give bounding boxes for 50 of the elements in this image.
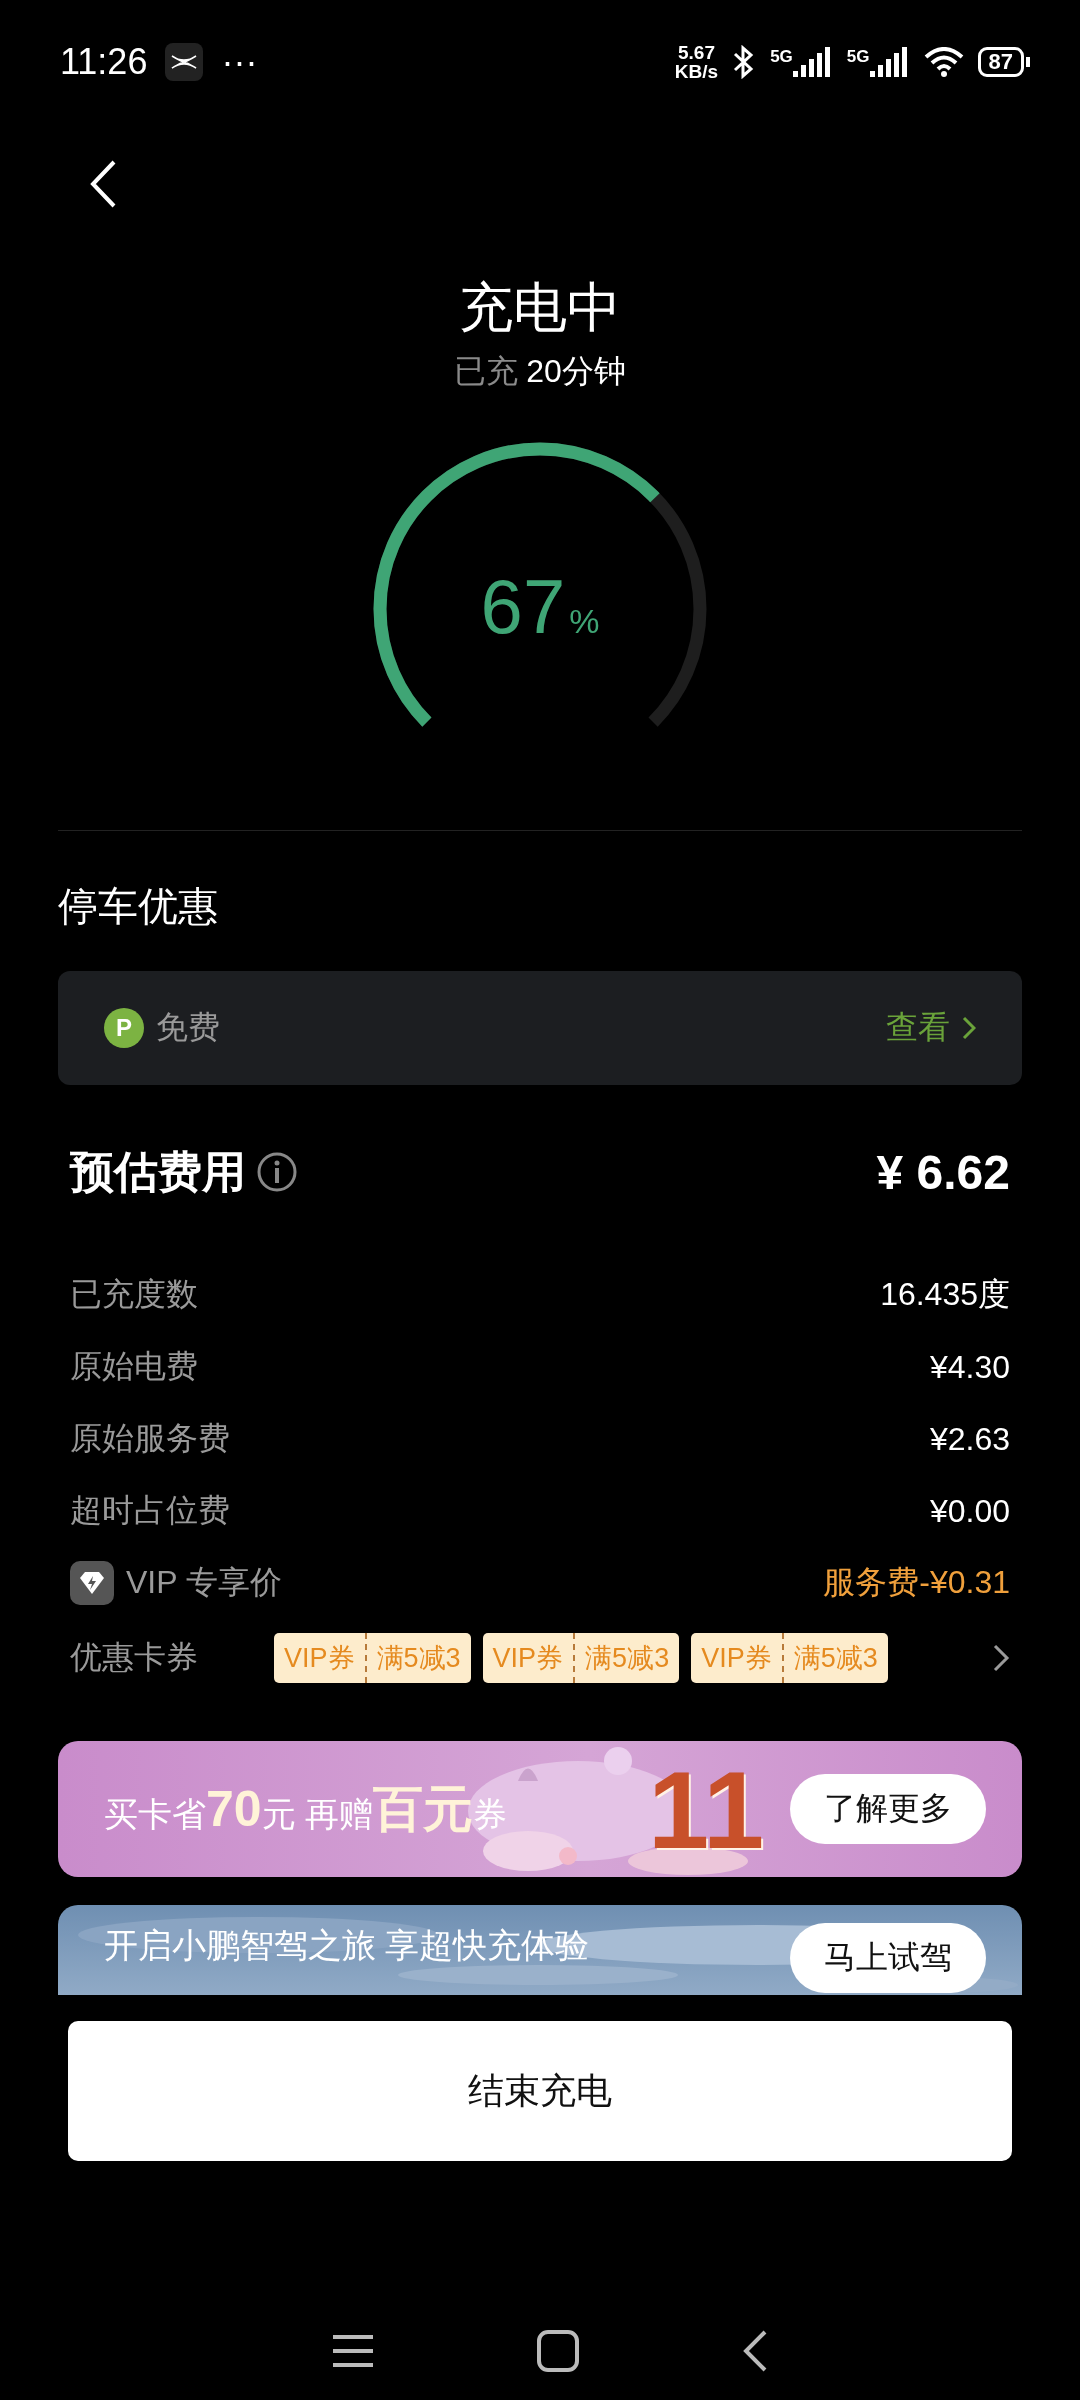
battery-level: 87 [977, 47, 1024, 77]
estimated-total: ¥ 6.62 [876, 1144, 1010, 1200]
fee-label: 超时占位费 [70, 1491, 230, 1530]
elapsed-time: 20分钟 [526, 352, 626, 391]
coupon-tag: VIP券 [274, 1633, 365, 1683]
page-title: 充电中 [459, 276, 621, 339]
promo-banner[interactable]: 开启小鹏智驾之旅 享超快充体验 马上试驾 [58, 1905, 1022, 1995]
coupon-offer: 满5减3 [573, 1633, 680, 1683]
end-charging-button[interactable]: 结束充电 [68, 2021, 1012, 2161]
section-title: 停车优惠 [58, 883, 219, 930]
fee-label: VIP 专享价 [126, 1563, 282, 1602]
fee-value: ¥0.00 [929, 1492, 1010, 1530]
network-speed: 5.67 [678, 43, 715, 62]
wifi-icon [923, 47, 964, 77]
fee-value: 服务费-¥0.31 [823, 1563, 1010, 1602]
fee-label: 原始电费 [70, 1347, 198, 1386]
app-notification-icon [165, 43, 204, 81]
coupon-tag: VIP券 [482, 1633, 574, 1683]
parking-badge: P [104, 1008, 144, 1048]
info-icon[interactable] [256, 1151, 298, 1193]
view-link[interactable]: 查看 [886, 1006, 976, 1050]
charge-percent: 67 [480, 563, 566, 651]
banner-button[interactable]: 了解更多 [790, 1774, 986, 1844]
signal-icon [869, 47, 910, 77]
banner-text: 买卡省70元 再赠百元券 [104, 1779, 508, 1839]
elapsed-label: 已充 [454, 352, 519, 391]
coupon-offer: 满5减3 [364, 1633, 471, 1683]
banner-number-art: 11 [648, 1747, 765, 1873]
signal-icon [792, 47, 833, 77]
fee-value: ¥2.63 [929, 1420, 1010, 1458]
coupons-label: 优惠卡券 [70, 1638, 199, 1677]
percent-sign: % [569, 602, 600, 641]
fee-label: 原始服务费 [70, 1419, 230, 1458]
coupon-tag: VIP券 [691, 1633, 782, 1683]
banner-text: 开启小鹏智驾之旅 享超快充体验 [104, 1925, 590, 1966]
parking-status: 免费 [156, 1008, 220, 1047]
network-type-label: 5G [770, 47, 793, 67]
fee-label: 已充度数 [70, 1275, 198, 1314]
fee-value: 16.435度 [880, 1275, 1010, 1314]
banner-button[interactable]: 马上试驾 [790, 1923, 986, 1993]
clock-time: 11:26 [60, 41, 148, 83]
network-type-label: 5G [846, 47, 870, 67]
chevron-right-icon [962, 1016, 976, 1040]
fee-value: ¥4.30 [929, 1348, 1010, 1386]
more-notifications-text: ··· [221, 41, 258, 83]
promo-banner[interactable]: 买卡省70元 再赠百元券 11 了解更多 [58, 1741, 1022, 1877]
network-speed-unit: KB/s [674, 62, 719, 81]
estimated-cost-title: 预估费用 [70, 1145, 246, 1198]
chevron-left-icon [88, 159, 118, 209]
coupon-offer: 满5减3 [781, 1633, 888, 1683]
